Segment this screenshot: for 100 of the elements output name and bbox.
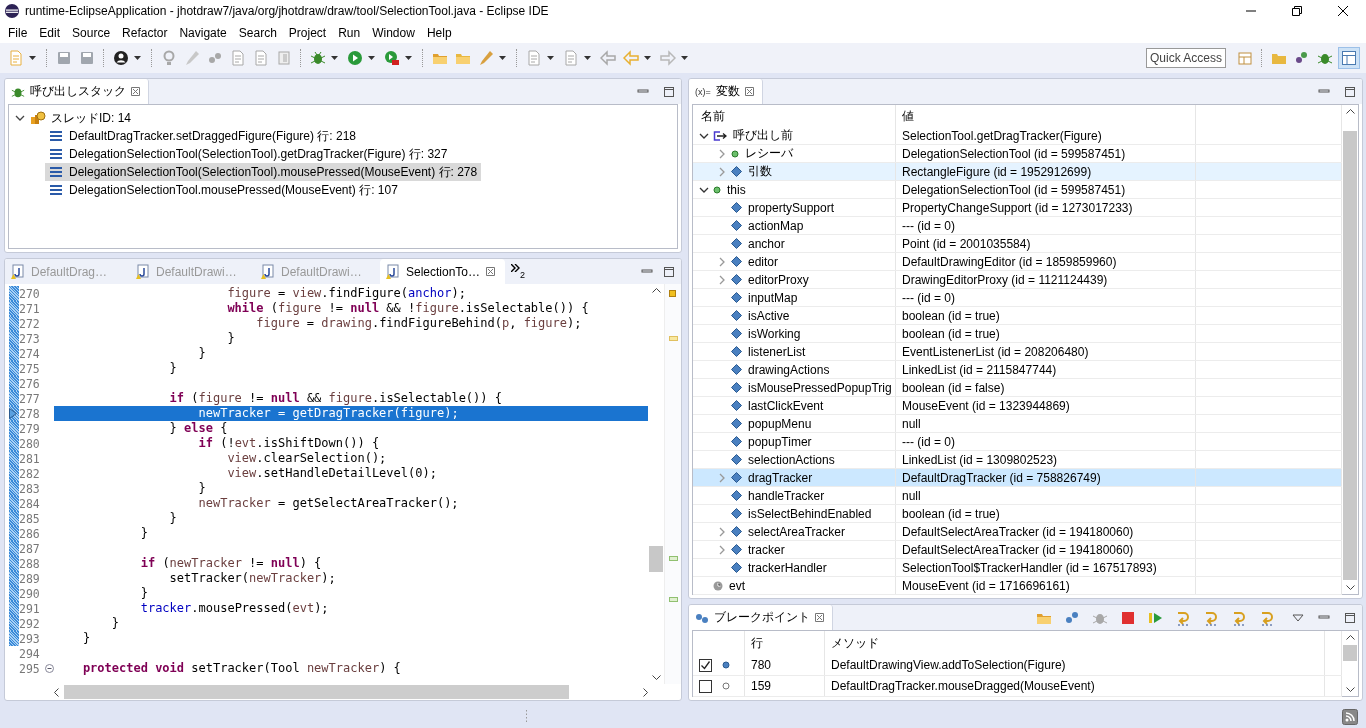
stack-frame[interactable]: DefaultDragTracker.setDraggedFigure(Figure) 行: 218 xyxy=(45,127,360,145)
scroll-down-icon[interactable] xyxy=(1345,687,1355,693)
quick-access-field[interactable]: Quick Access xyxy=(1146,48,1226,68)
column-header[interactable]: メソッド xyxy=(825,631,1325,655)
caret-icon[interactable] xyxy=(331,56,338,60)
occurrence-marker[interactable] xyxy=(669,556,678,561)
fold-icon[interactable] xyxy=(45,664,54,673)
editor-tab[interactable]: SelectionTo… xyxy=(380,259,505,284)
tree-row[interactable]: editor DefaultDrawingEditor (id = 1859859960) xyxy=(693,253,1342,271)
hidden-tab-count[interactable]: 2 xyxy=(520,269,525,280)
scroll-up-icon[interactable] xyxy=(1345,634,1355,640)
scrollbar-thumb[interactable] xyxy=(64,685,570,699)
caret-icon[interactable] xyxy=(681,56,688,60)
column-header[interactable]: 名前 xyxy=(693,105,896,127)
menu-item[interactable]: Help xyxy=(420,25,458,40)
menu-item[interactable]: Search xyxy=(232,25,283,40)
tree-row[interactable]: propertySupport PropertyChangeSupport (id = 1273017233) xyxy=(693,199,1342,217)
stack-frame[interactable]: DelegationSelectionTool.mousePressed(MouseEvent) 行: 107 xyxy=(45,181,402,199)
maximize-icon[interactable] xyxy=(1344,85,1356,98)
scroll-up-icon[interactable] xyxy=(651,287,661,293)
run-tool-icon[interactable] xyxy=(382,48,402,68)
chevrons-icon[interactable] xyxy=(511,263,520,272)
tree-row[interactable]: 引数 RectangleFigure (id = 1952912699) xyxy=(693,163,1342,181)
tree-row[interactable]: popupTimer --- (id = 0) xyxy=(693,433,1342,451)
caret-icon[interactable] xyxy=(644,56,651,60)
variables-tab[interactable]: (x)= 変数 xyxy=(689,79,763,104)
tree-row[interactable]: trackerHandler SelectionTool$TrackerHandler (id = 167517893) xyxy=(693,559,1342,577)
tree-row[interactable]: isSelectBehindEnabled boolean (id = true) xyxy=(693,505,1342,523)
maximize-icon[interactable] xyxy=(663,85,675,98)
tree-row[interactable]: dragTracker DefaultDragTracker (id = 758826749) xyxy=(693,469,1342,487)
scroll-down-icon[interactable] xyxy=(651,675,661,681)
line-number: 276 xyxy=(19,376,41,391)
grip-icon[interactable] xyxy=(524,709,528,725)
occurrence-marker[interactable] xyxy=(669,597,678,602)
tree-row[interactable]: anchor Point (id = 2001035584) xyxy=(693,235,1342,253)
occurrence-marker[interactable] xyxy=(669,336,678,341)
view-menu-icon[interactable] xyxy=(1292,611,1304,624)
tree-row[interactable]: isActive boolean (id = true) xyxy=(693,307,1342,325)
call-stack-tab[interactable]: 呼び出しスタック xyxy=(5,79,149,104)
scrollbar-thumb[interactable] xyxy=(649,546,663,572)
tree-row[interactable]: selectAreaTracker DefaultSelectAreaTracker (id = 194180060) xyxy=(693,523,1342,541)
tree-row[interactable]: inputMap --- (id = 0) xyxy=(693,289,1342,307)
checkbox[interactable] xyxy=(699,658,712,672)
column-header[interactable]: 値 xyxy=(896,105,1196,127)
code-line: } xyxy=(168,361,178,376)
layout-icon[interactable] xyxy=(1338,47,1360,69)
tree-row[interactable]: actionMap --- (id = 0) xyxy=(693,217,1342,235)
feed-icon[interactable] xyxy=(1342,709,1358,725)
tree-row[interactable]: editorProxy DrawingEditorProxy (id = 1121124439) xyxy=(693,271,1342,289)
scroll-up-icon[interactable] xyxy=(1345,108,1355,114)
chevron-icon[interactable] xyxy=(15,113,25,123)
caret-icon[interactable] xyxy=(547,56,554,60)
tab-label[interactable]: 変数 xyxy=(715,83,740,100)
scroll-right-icon[interactable] xyxy=(643,687,649,697)
maximize-icon[interactable] xyxy=(663,265,675,278)
caret-icon[interactable] xyxy=(29,56,36,60)
tree-row[interactable]: drawingActions LinkedList (id = 2115847744) xyxy=(693,361,1342,379)
close-icon[interactable] xyxy=(1338,6,1348,16)
tree-row[interactable]: tracker DefaultSelectAreaTracker (id = 194180060) xyxy=(693,541,1342,559)
profile-icon[interactable] xyxy=(111,48,131,68)
scroll-left-icon[interactable] xyxy=(53,687,59,697)
caret-icon[interactable] xyxy=(405,56,412,60)
caret-icon[interactable] xyxy=(368,56,375,60)
tree-row[interactable]: this DelegationSelectionTool (id = 599587451) xyxy=(693,181,1342,199)
column-header[interactable]: 行 xyxy=(745,631,825,655)
caret-icon[interactable] xyxy=(584,56,591,60)
line-number: 284 xyxy=(19,496,41,511)
back-icon[interactable] xyxy=(598,48,618,68)
thread-label[interactable]: スレッドID: 14 xyxy=(51,109,131,127)
run-icon[interactable] xyxy=(345,48,365,68)
menu-item[interactable]: Run xyxy=(332,25,367,40)
caret-icon[interactable] xyxy=(499,56,506,60)
menu-item[interactable]: Refactor xyxy=(116,25,174,40)
menu-item[interactable]: Window xyxy=(366,25,421,40)
scrollbar-thumb[interactable] xyxy=(1343,645,1357,661)
menu-item[interactable]: File xyxy=(2,25,34,40)
maximize-icon[interactable] xyxy=(1292,6,1302,16)
menu-item[interactable]: Edit xyxy=(33,25,67,40)
menu-item[interactable]: Project xyxy=(282,25,333,40)
tree-row[interactable]: popupMenu null xyxy=(693,415,1342,433)
tree-row[interactable]: isMousePressedPopupTrig boolean (id = false) xyxy=(693,379,1342,397)
stack-frame[interactable]: DelegationSelectionTool(SelectionTool).mousePressed(MouseEvent) 行: 278 xyxy=(45,163,482,181)
scroll-down-icon[interactable] xyxy=(1345,585,1355,591)
tree-row[interactable]: lastClickEvent MouseEvent (id = 1323944869) xyxy=(693,397,1342,415)
field-diamond-icon xyxy=(731,364,742,375)
menu-item[interactable]: Source xyxy=(66,25,117,40)
tree-row[interactable]: isWorking boolean (id = true) xyxy=(693,325,1342,343)
tree-row[interactable]: evt MouseEvent (id = 1716696161) xyxy=(693,577,1342,595)
tree-row[interactable]: 呼び出し前 SelectionTool.getDragTracker(Figure) xyxy=(693,127,1342,145)
checkbox[interactable] xyxy=(699,679,712,693)
menu-item[interactable]: Navigate xyxy=(173,25,233,40)
tree-row[interactable]: handleTracker null xyxy=(693,487,1342,505)
scrollbar-thumb[interactable] xyxy=(1343,131,1357,580)
tree-row[interactable]: listenerList EventListenerList (id = 208206480) xyxy=(693,343,1342,361)
maximize-icon[interactable] xyxy=(1344,611,1356,624)
breakpoints-tab[interactable]: ブレークポイント xyxy=(689,605,833,630)
caret-icon[interactable] xyxy=(134,56,141,60)
warning-marker[interactable] xyxy=(669,290,676,297)
stack-frame[interactable]: DelegationSelectionTool(SelectionTool).getDragTracker(Figure) 行: 327 xyxy=(45,145,452,163)
line-number: 287 xyxy=(19,541,41,556)
